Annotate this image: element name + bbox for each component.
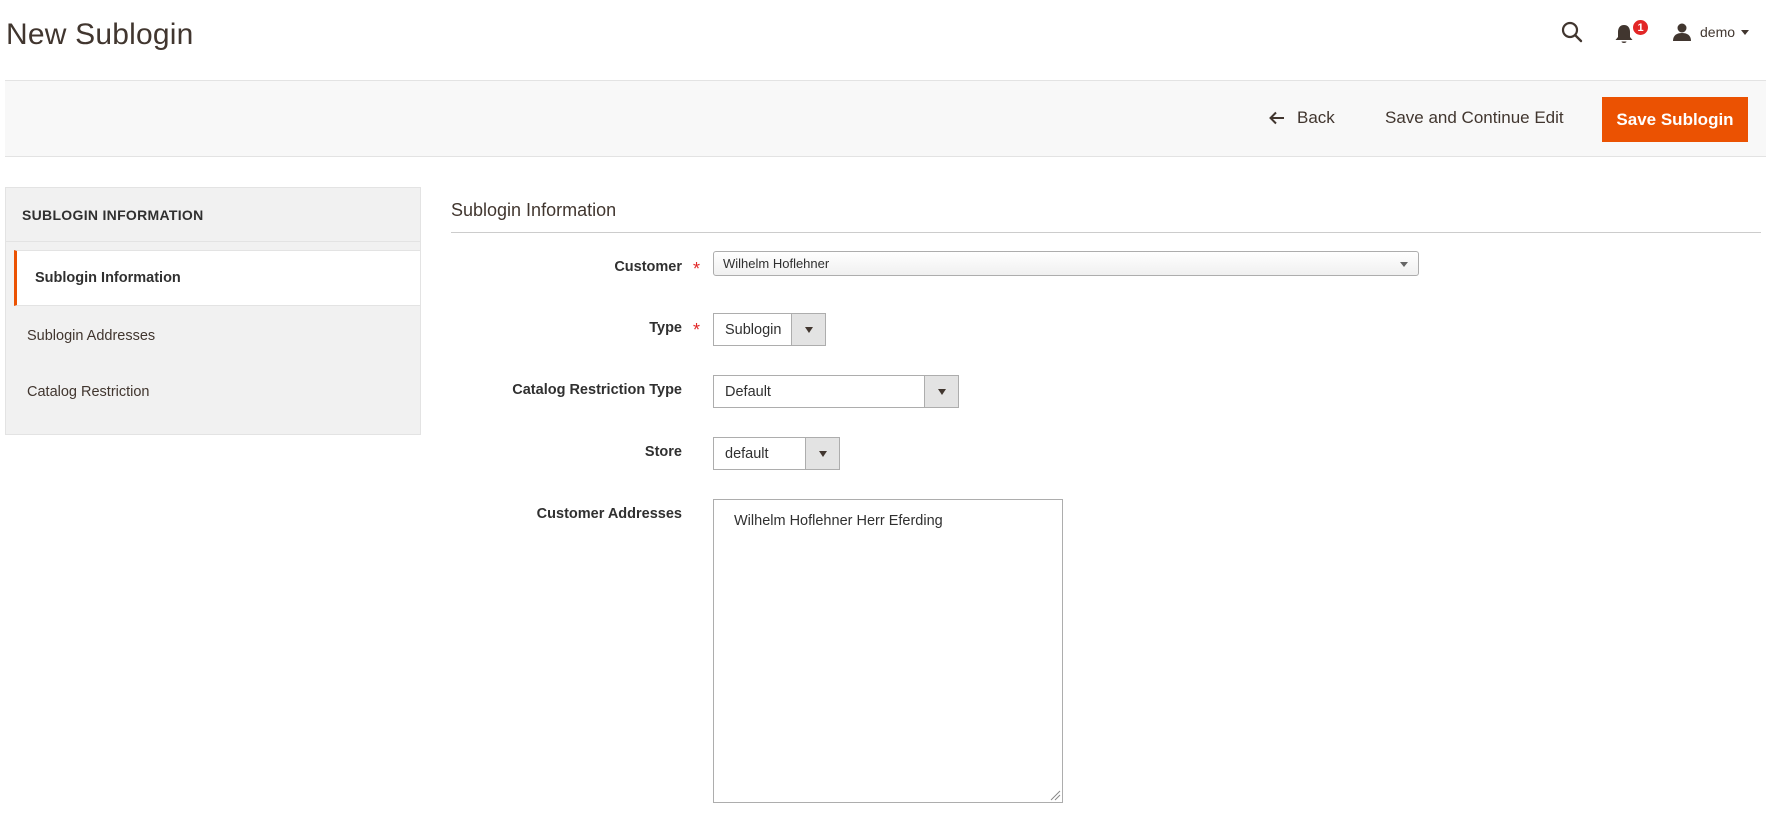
bell-icon [1615, 25, 1633, 43]
search-icon[interactable] [1560, 20, 1586, 46]
chevron-down-icon [791, 314, 825, 345]
page-title: New Sublogin [6, 18, 194, 51]
back-button[interactable]: Back [1269, 99, 1335, 137]
sidebar-item-sublogin-information[interactable]: Sublogin Information [14, 250, 420, 306]
page-header: New Sublogin 1 demo [0, 0, 1766, 80]
store-select[interactable]: default [713, 437, 840, 470]
sidebar-tabs: SUBLOGIN INFORMATION Sublogin Informatio… [5, 187, 421, 435]
arrow-left-icon [1269, 111, 1284, 125]
catalog-restriction-type-select[interactable]: Default [713, 375, 959, 408]
sidebar-title: SUBLOGIN INFORMATION [6, 188, 420, 242]
customer-addresses-label: Customer Addresses [536, 506, 682, 522]
user-name: demo [1700, 24, 1736, 40]
chevron-down-icon [1400, 262, 1408, 267]
page-actions-toolbar: Back Save and Continue Edit Save Sublogi… [5, 80, 1766, 157]
required-indicator: * [693, 320, 701, 340]
notification-badge: 1 [1632, 19, 1649, 36]
customer-select-value: Wilhelm Hoflehner [723, 256, 830, 271]
store-label: Store [644, 444, 682, 460]
chevron-down-icon [1741, 29, 1750, 35]
resize-grip-icon[interactable] [1049, 789, 1061, 801]
user-account-menu[interactable]: demo [1672, 20, 1750, 44]
customer-select[interactable]: Wilhelm Hoflehner [713, 251, 1419, 276]
sidebar-item-catalog-restriction[interactable]: Catalog Restriction [6, 364, 420, 420]
address-option[interactable]: Wilhelm Hoflehner Herr Eferding [734, 513, 1062, 529]
required-indicator: * [693, 259, 701, 279]
customer-addresses-multiselect[interactable]: Wilhelm Hoflehner Herr Eferding [713, 499, 1063, 803]
save-and-continue-button[interactable]: Save and Continue Edit [1385, 99, 1564, 137]
chevron-down-icon [924, 376, 958, 407]
store-select-value: default [725, 445, 769, 462]
save-sublogin-button[interactable]: Save Sublogin [1602, 97, 1748, 142]
chevron-down-icon [805, 438, 839, 469]
sidebar-item-sublogin-addresses[interactable]: Sublogin Addresses [6, 308, 420, 364]
catalog-restriction-type-label: Catalog Restriction Type [512, 382, 682, 398]
user-icon [1673, 23, 1691, 41]
section-title: Sublogin Information [451, 200, 617, 220]
back-label: Back [1297, 108, 1335, 127]
section-divider [451, 232, 1761, 233]
type-select[interactable]: Sublogin [713, 313, 826, 346]
notifications-button[interactable]: 1 [1614, 19, 1649, 46]
catalog-restriction-type-value: Default [725, 383, 771, 400]
type-label: Type [649, 320, 682, 336]
type-select-value: Sublogin [725, 321, 782, 338]
customer-label: Customer [614, 259, 682, 275]
